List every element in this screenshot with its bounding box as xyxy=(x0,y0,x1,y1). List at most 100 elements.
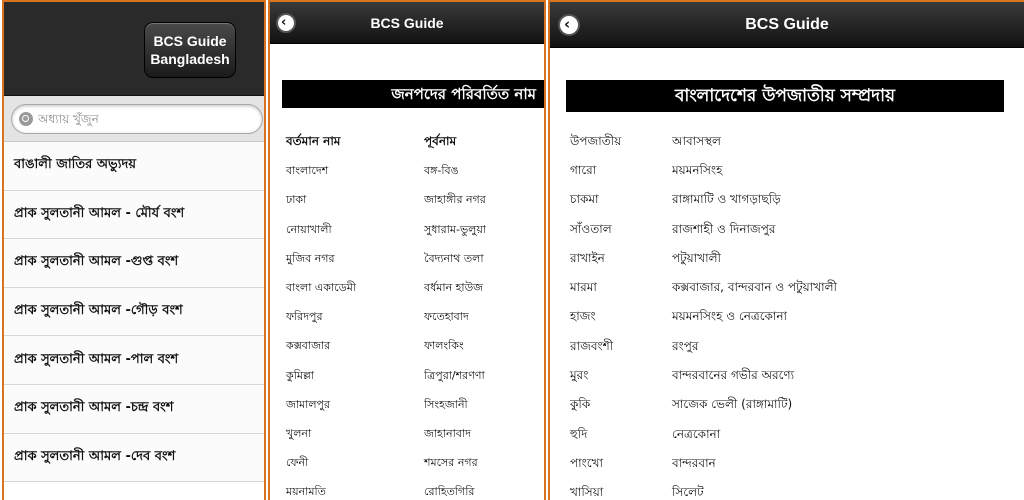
current-name: নোয়াখালী xyxy=(286,222,332,236)
former-name: ফতেহাবাদ xyxy=(424,310,469,324)
logo-line-2: Bangladesh xyxy=(150,51,230,67)
current-name: ফেনী xyxy=(286,456,309,470)
habitat: সিলেট xyxy=(672,485,704,500)
tribe-name: মারমা xyxy=(570,280,597,295)
current-name: জামালপুর xyxy=(286,397,331,411)
habitat: রাজশাহী ও দিনাজপুর xyxy=(672,221,776,236)
current-name: বাংলা একাডেমী xyxy=(286,281,356,295)
table-row: খাসিয়া সিলেট xyxy=(570,480,1010,500)
habitat: ময়মনসিংহ xyxy=(672,162,723,177)
table-row: ফেনী শমসের নগর xyxy=(286,449,544,478)
table-row: সাঁওতাল রাজশাহী ও দিনাজপুর xyxy=(570,216,1010,245)
table-row: রাখাইন পটুয়াখালী xyxy=(570,245,1010,274)
table-row: ঢাকা জাহাঙ্গীর নগর xyxy=(286,186,544,215)
tribal-communities-panel: ‹ BCS Guide বাংলাদেশের উপজাতীয় সম্প্রদা… xyxy=(548,0,1024,500)
tribe-name: রাখাইন xyxy=(570,250,605,265)
former-name: শমসের নগর xyxy=(424,456,478,470)
former-name: বঙ্গ-বিঙ xyxy=(424,164,459,178)
section-banner: জনপদের পরিবর্তিত নাম xyxy=(282,80,544,108)
table-row: গারো ময়মনসিংহ xyxy=(570,157,1010,186)
tribe-name: হাজং xyxy=(570,309,596,324)
former-name: বৈদ্যনাথ তলা xyxy=(424,251,484,265)
table-row: মুরং বান্দরবানের গভীর অরণ্যে xyxy=(570,362,1010,391)
table-row: কুকি সাজেক ভেলী (রাঙ্গামাটি) xyxy=(570,392,1010,421)
renamed-places-table: বর্তমান নাম পূর্বনাম বাংলাদেশ বঙ্গ-বিঙ ঢা… xyxy=(286,128,544,500)
table-row: কুমিল্লা ত্রিপুরা/শরণণা xyxy=(286,362,544,391)
tribe-name: রাজবংশী xyxy=(570,338,614,353)
habitat: রংপুর xyxy=(672,338,699,353)
habitat: আবাসস্থল xyxy=(672,133,721,148)
current-name: মুজিব নগর xyxy=(286,251,335,265)
habitat: বান্দরবানের গভীর অরণ্যে xyxy=(672,368,795,383)
current-name: ঢাকা xyxy=(286,193,307,207)
former-name: ফালংকিং xyxy=(424,339,464,353)
table-row: জামালপুর সিংহজানী xyxy=(286,391,544,420)
current-name: কক্সবাজার xyxy=(286,339,331,353)
former-name: জাহানাবাদ xyxy=(424,426,471,440)
habitat: বান্দরবান xyxy=(672,455,716,470)
tribe-name: কুকি xyxy=(570,397,591,412)
table-row: বাংলাদেশ বঙ্গ-বিঙ xyxy=(286,157,544,186)
table-header: বর্তমান নাম পূর্বনাম xyxy=(286,128,544,157)
tribal-communities-table: উপজাতীয় আবাসস্থল গারো ময়মনসিংহ চাকমা রাঙ্… xyxy=(570,128,1010,500)
column-header-current: বর্তমান নাম xyxy=(286,133,341,148)
app-logo-button[interactable]: BCS Guide Bangladesh xyxy=(144,22,236,78)
logo-line-1: BCS Guide xyxy=(153,33,227,49)
renamed-places-panel: ‹ BCS Guide জনপদের পরিবর্তিত নাম বর্তমান… xyxy=(268,0,546,500)
tribe-name: পাংখো xyxy=(570,455,603,470)
page-title: BCS Guide xyxy=(370,15,444,31)
search-icon xyxy=(19,112,33,126)
table-row: কক্সবাজার ফালংকিং xyxy=(286,332,544,361)
table-row: ফরিদপুর ফতেহাবাদ xyxy=(286,303,544,332)
search-box[interactable] xyxy=(11,104,263,134)
tribe-name: সাঁওতাল xyxy=(570,221,612,236)
list-item[interactable]: প্রাক সুলতানী আমল -দেব বংশ xyxy=(4,433,264,483)
list-item[interactable]: প্রাক সুলতানী আমল -গৌড় বংশ xyxy=(4,287,264,337)
habitat: পটুয়াখালী xyxy=(672,250,721,265)
tribe-name: হুদি xyxy=(570,426,588,441)
header-bar: ‹ BCS Guide xyxy=(550,2,1024,48)
table-row: মুজিব নগর বৈদ্যনাথ তলা xyxy=(286,245,544,274)
tribe-name: মুরং xyxy=(570,368,589,383)
column-header-former: পূর্বনাম xyxy=(424,133,457,148)
table-row: নোয়াখালী সুধারাম-ভুলুয়া xyxy=(286,216,544,245)
table-row: চাকমা রাঙ্গামাটি ও খাগড়াছড়ি xyxy=(570,187,1010,216)
current-name: বাংলাদেশ xyxy=(286,164,329,178)
habitat: রাঙ্গামাটি ও খাগড়াছড়ি xyxy=(672,192,781,207)
table-row: ময়নামতি রোহিতগিরি xyxy=(286,478,544,500)
table-row: পাংখো বান্দরবান xyxy=(570,450,1010,479)
list-item[interactable]: প্রাক সুলতানী আমল -গুপ্ত বংশ xyxy=(4,239,264,288)
table-row: উপজাতীয় আবাসস্থল xyxy=(570,128,1010,157)
section-banner: বাংলাদেশের উপজাতীয় সম্প্রদায় xyxy=(566,80,1004,112)
search-input[interactable] xyxy=(38,109,258,129)
page-title: BCS Guide xyxy=(745,16,829,33)
former-name: সিংহজানী xyxy=(424,397,468,411)
list-item[interactable]: বাঙালী জাতির অভ্যুদয় xyxy=(4,142,264,191)
table-row: হুদি নেত্রকোনা xyxy=(570,421,1010,450)
habitat: ময়মনসিংহ ও নেত্রকোনা xyxy=(672,309,788,324)
table-row: হাজং ময়মনসিংহ ও নেত্রকোনা xyxy=(570,304,1010,333)
table-row: রাজবংশী রংপুর xyxy=(570,333,1010,362)
search-bar xyxy=(4,96,264,142)
current-name: খুলনা xyxy=(286,426,312,440)
former-name: রোহিতগিরি xyxy=(424,485,475,499)
habitat: সাজেক ভেলী (রাঙ্গামাটি) xyxy=(672,397,793,412)
former-name: জাহাঙ্গীর নগর xyxy=(424,193,486,207)
current-name: ফরিদপুর xyxy=(286,310,323,324)
tribe-name: গারো xyxy=(570,162,597,177)
former-name: ত্রিপুরা/শরণণা xyxy=(424,368,485,382)
chapter-list-panel: BCS Guide Bangladesh বাঙালী জাতির অভ্যুদ… xyxy=(2,0,266,500)
tribe-name: খাসিয়া xyxy=(570,485,604,500)
current-name: ময়নামতি xyxy=(286,485,326,499)
table-row: বাংলা একাডেমী বর্ধমান হাউজ xyxy=(286,274,544,303)
former-name: বর্ধমান হাউজ xyxy=(424,281,484,295)
list-item[interactable]: প্রাক সুলতানী আমল -পাল বংশ xyxy=(4,336,264,385)
table-row: মারমা কক্সবাজার, বান্দরবান ও পটুয়াখালী xyxy=(570,274,1010,303)
tribe-name: উপজাতীয় xyxy=(570,133,622,148)
habitat: কক্সবাজার, বান্দরবান ও পটুয়াখালী xyxy=(672,280,837,295)
chapter-list: বাঙালী জাতির অভ্যুদয় প্রাক সুলতানী আমল … xyxy=(4,142,264,483)
former-name: সুধারাম-ভুলুয়া xyxy=(424,222,487,236)
list-item[interactable]: প্রাক সুলতানী আমল -চন্দ্র বংশ xyxy=(4,384,264,434)
list-item[interactable]: প্রাক সুলতানী আমল - মৌর্য বংশ xyxy=(4,190,264,240)
app-topbar: BCS Guide Bangladesh xyxy=(4,2,264,96)
